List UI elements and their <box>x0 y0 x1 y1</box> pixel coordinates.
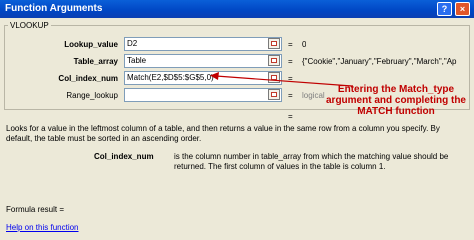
formula-result: Formula result = <box>6 205 65 214</box>
function-description: Looks for a value in the leftmost column… <box>6 124 440 143</box>
arg-description-text: is the column number in table_array from… <box>174 152 449 171</box>
arg-description-name: Col_index_num <box>94 152 154 161</box>
annotation-arrow <box>210 72 353 87</box>
annotation-text: Entering the Match_type argument and com… <box>325 84 466 117</box>
help-link[interactable]: Help on this function <box>6 223 79 232</box>
overall-result-eq: = <box>288 112 293 121</box>
